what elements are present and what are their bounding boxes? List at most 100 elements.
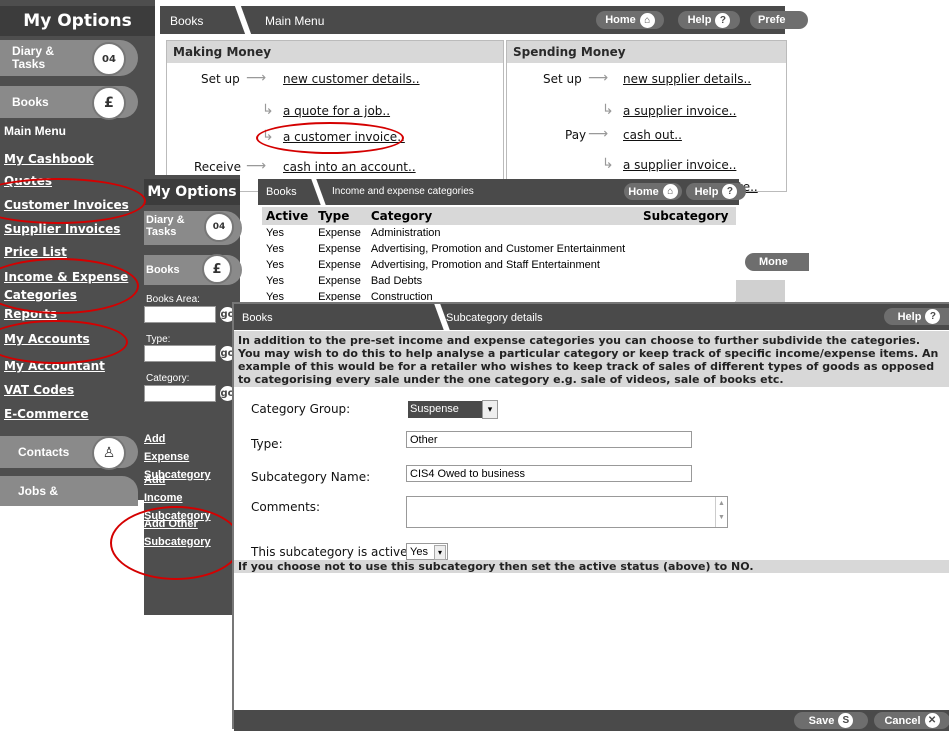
cancel-button[interactable]: Cancel ✕ — [874, 712, 949, 729]
table-row[interactable]: Yes Expense Advertising, Promotion and Sta… — [262, 257, 736, 273]
subcategory-name-field[interactable]: CIS4 Owed to business — [406, 465, 692, 482]
col-category: Category — [370, 209, 433, 223]
back-jobs-label: Jobs & — [18, 484, 59, 498]
table-body: Yes Expense Administration Yes Expense Advert… — [262, 225, 736, 301]
highlight-oval — [110, 506, 242, 580]
table-row[interactable]: Yes Expense Advertising, Promotion and Cus… — [262, 241, 736, 257]
tab-divider — [234, 6, 252, 34]
mid-topbar: Books Income and expense categories Home… — [258, 179, 746, 205]
intro-text: In addition to the pre-set income and ex… — [234, 331, 949, 387]
type-field-label: Type: — [251, 437, 283, 451]
sidebar-link[interactable]: VAT Codes — [4, 381, 144, 399]
table-cell — [639, 241, 736, 257]
books-area-select[interactable]: Categories... — [144, 306, 216, 323]
back-tab-books[interactable]: Books — [170, 14, 203, 28]
type-label: Type: — [146, 334, 171, 345]
col-type: Type — [318, 209, 350, 223]
books-area-value: Categories... — [148, 309, 211, 321]
supplier-invoice-link[interactable]: a supplier invoice.. — [623, 104, 736, 118]
table-cell — [639, 273, 736, 289]
active-label: This subcategory is active: — [251, 545, 412, 559]
active-select[interactable]: Yes ▾ — [406, 543, 448, 560]
front-window: Books Subcategory details Help? In addit… — [232, 302, 949, 731]
back-home-button[interactable]: Home ⌂ — [596, 11, 664, 29]
mid-books-label: Books — [146, 264, 180, 276]
type-select[interactable]: All — [144, 345, 216, 362]
front-help-button[interactable]: Help? — [884, 308, 949, 325]
table-cell: Yes — [266, 291, 284, 301]
mid-tab-categories[interactable]: Income and expense categories — [332, 186, 474, 197]
table-cell: Yes — [266, 259, 284, 271]
table-cell — [639, 289, 736, 301]
home-icon: ⌂ — [639, 12, 655, 28]
category-group-select[interactable]: Suspense ▾ — [405, 400, 499, 419]
table-row[interactable]: Yes Expense Bad Debts — [262, 273, 736, 289]
table-cell: Construction — [370, 291, 433, 301]
arrow-icon: ⟶ — [588, 126, 609, 142]
back-prefs-label: Prefe — [758, 14, 786, 26]
mid-help-label: Help — [694, 185, 719, 198]
mid-help-button[interactable]: Help? — [686, 183, 746, 200]
table-cell: Advertising, Promotion and Customer Ente… — [370, 243, 626, 255]
back-help-button[interactable]: Help? — [678, 11, 740, 29]
back-prefs-button[interactable]: Prefe — [750, 11, 808, 29]
arrow-icon: ⟶ — [588, 70, 609, 86]
mid-tab-books[interactable]: Books — [266, 186, 297, 198]
save-button[interactable]: Save S — [794, 712, 868, 729]
table-cell — [639, 225, 736, 241]
branch-arrow-icon: ↳ — [602, 156, 614, 172]
mid-home-button[interactable]: Home ⌂ — [624, 183, 682, 200]
type-field-value: Other — [410, 434, 438, 446]
money-button[interactable]: Mone — [745, 253, 809, 271]
scrollbar[interactable]: ▲ ▼ — [715, 497, 727, 527]
making-money-title: Making Money — [167, 41, 503, 63]
table-row[interactable]: Yes Expense Construction — [262, 289, 736, 301]
type-value: All — [148, 348, 161, 360]
supplier-invoice-pay-link[interactable]: a supplier invoice.. — [623, 158, 736, 172]
new-customer-link[interactable]: new customer details.. — [283, 72, 420, 86]
spending-setup-label: Set up — [543, 72, 582, 86]
back-main-menu: Main Menu — [4, 124, 66, 138]
table-cell: Yes — [266, 227, 284, 239]
arrow-icon: ⟶ — [246, 158, 267, 174]
calendar-icon: 04 — [204, 212, 234, 242]
branch-arrow-icon: ↳ — [602, 102, 614, 118]
back-books-label: Books — [12, 95, 49, 109]
new-supplier-link[interactable]: new supplier details.. — [623, 72, 751, 86]
making-receive-label: Receive — [194, 160, 241, 174]
cash-out-link[interactable]: cash out.. — [623, 128, 682, 142]
spending-money-title: Spending Money — [507, 41, 786, 63]
front-tab-books[interactable]: Books — [242, 312, 273, 324]
arrow-icon: ⟶ — [246, 70, 267, 86]
pound-icon: £ — [202, 254, 232, 284]
back-diary-label: Diary & Tasks — [12, 44, 55, 71]
col-active: Active — [266, 209, 309, 223]
help-icon: ? — [715, 12, 731, 28]
back-sidebar: My Options Diary & Tasks 04 Books £ Main… — [0, 0, 155, 506]
back-tab-main-menu[interactable]: Main Menu — [265, 14, 324, 28]
chevron-down-icon: ▾ — [482, 400, 498, 419]
mid-options-title: My Options — [144, 179, 240, 205]
grey-strip — [735, 280, 785, 302]
table-cell: Expense — [318, 227, 361, 239]
back-home-label: Home — [605, 14, 636, 26]
sidebar-link[interactable]: E-Commerce — [4, 405, 144, 423]
table-cell: Administration — [370, 227, 441, 239]
category-select[interactable]: All — [144, 385, 216, 402]
help-icon: ? — [925, 309, 941, 324]
front-tab-subcategory[interactable]: Subcategory details — [446, 312, 543, 324]
back-options-title: My Options — [0, 6, 155, 36]
money-label: Mone — [759, 256, 788, 268]
quote-link[interactable]: a quote for a job.. — [283, 104, 390, 118]
table-cell: Expense — [318, 243, 361, 255]
home-icon: ⌂ — [662, 184, 678, 199]
categories-table-wrap: Active Type Category Subcategory Yes Expe… — [262, 207, 736, 301]
comments-field[interactable]: ▲ ▼ — [406, 496, 728, 528]
table-row[interactable]: Yes Expense Administration — [262, 225, 736, 241]
sidebar-link[interactable]: My Cashbook — [4, 150, 144, 168]
table-cell: Expense — [318, 275, 361, 287]
back-jobs-pill[interactable]: Jobs & — [0, 476, 138, 506]
cash-into-link[interactable]: cash into an account.. — [283, 160, 416, 174]
categories-table: Active Type Category Subcategory Yes Expe… — [262, 207, 736, 301]
type-field[interactable]: Other — [406, 431, 692, 448]
